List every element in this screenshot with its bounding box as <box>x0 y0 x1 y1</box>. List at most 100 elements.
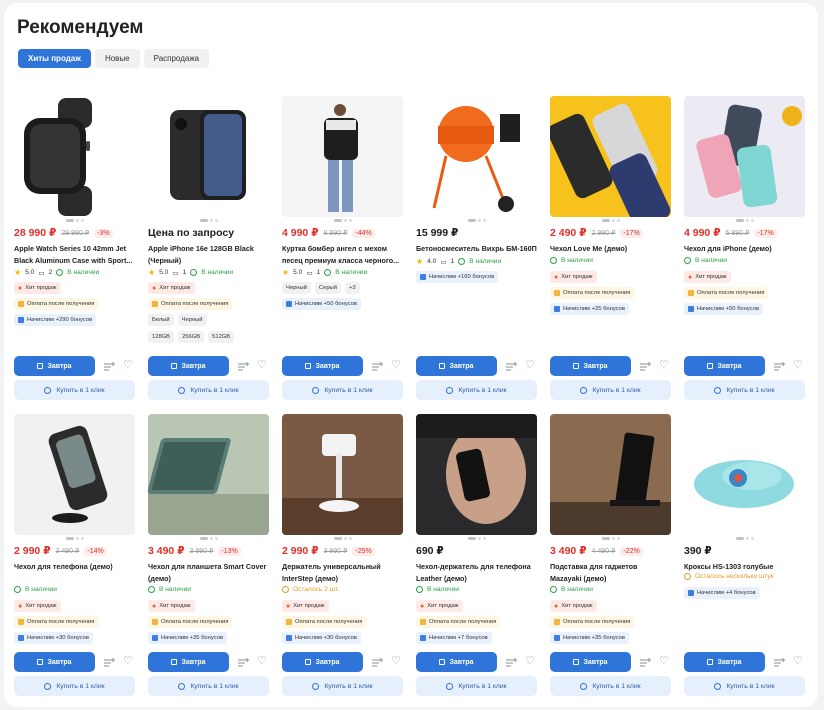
hit-badge: ● Хит продаж <box>416 600 463 612</box>
buy-one-click-button[interactable]: Купить в 1 клик <box>550 380 671 400</box>
product-name[interactable]: Apple iPhone 16e 128GB Black (Черный) <box>148 243 269 266</box>
compare-icon[interactable] <box>773 360 785 372</box>
product-card[interactable]: 15 999 ₽ Бетоносмеситель Вихрь БМ-160П ★ 4.… <box>416 96 537 400</box>
product-name[interactable]: Держатель универсальный InterStep (демо) <box>282 561 403 584</box>
compare-icon[interactable] <box>639 360 651 372</box>
heart-icon[interactable]: ♡ <box>659 359 671 371</box>
compare-icon[interactable] <box>237 656 249 668</box>
buy-tomorrow-button[interactable]: Завтра <box>550 356 631 376</box>
buy-one-click-button[interactable]: Купить в 1 клик <box>14 380 135 400</box>
product-name[interactable]: Подставка для гаджетов Mazayaki (демо) <box>550 561 671 584</box>
option-chip[interactable]: +3 <box>344 282 360 294</box>
compare-icon[interactable] <box>371 656 383 668</box>
heart-icon[interactable]: ♡ <box>525 655 537 667</box>
buy-tomorrow-button[interactable]: Завтра <box>416 356 497 376</box>
buy-one-click-button[interactable]: Купить в 1 клик <box>684 676 805 696</box>
buy-tomorrow-button[interactable]: Завтра <box>416 652 497 672</box>
buy-one-click-button[interactable]: Купить в 1 клик <box>282 380 403 400</box>
option-chip[interactable]: Черный <box>282 282 311 294</box>
product-card[interactable]: 2 990 ₽ 3 490 ₽ -14% Чехол для телефона (де… <box>14 414 135 696</box>
buy-one-click-button[interactable]: Купить в 1 клик <box>416 380 537 400</box>
product-image[interactable] <box>550 414 671 535</box>
heart-icon[interactable]: ♡ <box>793 655 805 667</box>
stock-status: Осталось 2 шт. <box>293 586 340 593</box>
buy-tomorrow-button[interactable]: Завтра <box>14 652 95 672</box>
compare-icon[interactable] <box>505 656 517 668</box>
buy-tomorrow-button[interactable]: Завтра <box>148 356 229 376</box>
product-image[interactable] <box>14 96 135 217</box>
product-name[interactable]: Чехол Love Me (демо) <box>550 243 671 255</box>
product-card[interactable]: 3 490 ₽ 4 490 ₽ -22% Подставка для гаджетов… <box>550 414 671 696</box>
product-card[interactable]: Цена по запросу Apple iPhone 16e 128GB Bl… <box>148 96 269 400</box>
compare-icon[interactable] <box>505 360 517 372</box>
heart-icon[interactable]: ♡ <box>123 655 135 667</box>
bonus-icon <box>554 635 560 641</box>
buy-tomorrow-button[interactable]: Завтра <box>148 652 229 672</box>
product-name[interactable]: Чехол для телефона (демо) <box>14 561 135 573</box>
product-name[interactable]: Куртка бомбер ангел с мехом песец премиу… <box>282 243 403 266</box>
compare-icon[interactable] <box>639 656 651 668</box>
heart-icon[interactable]: ♡ <box>123 359 135 371</box>
heart-icon[interactable]: ♡ <box>793 359 805 371</box>
option-chip[interactable]: Серый <box>314 282 341 294</box>
buy-one-click-button[interactable]: Купить в 1 клик <box>148 676 269 696</box>
compare-icon[interactable] <box>773 656 785 668</box>
product-card[interactable]: 2 990 ₽ 3 990 ₽ -25% Держатель универсальны… <box>282 414 403 696</box>
heart-icon[interactable]: ♡ <box>525 359 537 371</box>
product-image[interactable] <box>416 96 537 217</box>
heart-icon[interactable]: ♡ <box>391 655 403 667</box>
buy-one-click-button[interactable]: Купить в 1 клик <box>148 380 269 400</box>
buy-tomorrow-button[interactable]: Завтра <box>14 356 95 376</box>
product-image[interactable] <box>684 414 805 535</box>
buy-tomorrow-button[interactable]: Завтра <box>282 356 363 376</box>
product-name[interactable]: Чехол для iPhone (демо) <box>684 243 805 255</box>
heart-icon[interactable]: ♡ <box>257 655 269 667</box>
option-chip[interactable]: Белый <box>148 314 174 326</box>
option-chip[interactable]: 256GB <box>178 331 205 343</box>
product-card[interactable]: 4 990 ₽ 8 990 ₽ -44% Куртка бомбер ангел с … <box>282 96 403 400</box>
product-image[interactable] <box>282 414 403 535</box>
product-card[interactable]: 390 ₽ Кроксы HS-1303 голубые Осталось неск… <box>684 414 805 696</box>
option-chip[interactable]: 512GB <box>208 331 235 343</box>
heart-icon[interactable]: ♡ <box>257 359 269 371</box>
compare-icon[interactable] <box>371 360 383 372</box>
option-chip[interactable]: 128GB <box>148 331 175 343</box>
product-card[interactable]: 28 990 ₽ 29 990 ₽ -3% Apple Watch Series 10… <box>14 96 135 400</box>
product-name[interactable]: Apple Watch Series 10 42mm Jet Black Alu… <box>14 243 135 266</box>
product-image[interactable] <box>550 96 671 217</box>
buy-one-click-button[interactable]: Купить в 1 клик <box>14 676 135 696</box>
heart-icon[interactable]: ♡ <box>391 359 403 371</box>
product-name[interactable]: Кроксы HS-1303 голубые <box>684 561 805 573</box>
tab-new[interactable]: Новые <box>94 49 140 68</box>
compare-icon[interactable] <box>103 656 115 668</box>
bonus-badge: Начислим +25 бонусов <box>550 303 629 315</box>
buy-tomorrow-button[interactable]: Завтра <box>282 652 363 672</box>
buy-one-click-button[interactable]: Купить в 1 клик <box>684 380 805 400</box>
product-card[interactable]: 2 490 ₽ 2 990 ₽ -17% Чехол Love Me (демо) В … <box>550 96 671 400</box>
product-name[interactable]: Чехол для планшета Smart Cover (демо) <box>148 561 269 584</box>
buy-tomorrow-button[interactable]: Завтра <box>684 652 765 672</box>
product-card[interactable]: 690 ₽ Чехол-держатель для телефона Leathe… <box>416 414 537 696</box>
product-image[interactable] <box>148 414 269 535</box>
product-image[interactable] <box>14 414 135 535</box>
product-image[interactable] <box>684 96 805 217</box>
buy-one-click-button[interactable]: Купить в 1 клик <box>550 676 671 696</box>
product-card[interactable]: 4 990 ₽ 5 990 ₽ -17% Чехол для iPhone (демо… <box>684 96 805 400</box>
buy-one-click-button[interactable]: Купить в 1 клик <box>282 676 403 696</box>
heart-icon[interactable]: ♡ <box>659 655 671 667</box>
product-image[interactable] <box>148 96 269 217</box>
product-image[interactable] <box>282 96 403 217</box>
option-chip[interactable]: Черный <box>177 314 207 326</box>
buy-tomorrow-button[interactable]: Завтра <box>684 356 765 376</box>
product-name[interactable]: Чехол-держатель для телефона Leather (де… <box>416 561 537 584</box>
compare-icon[interactable] <box>103 360 115 372</box>
discount-badge: -17% <box>754 228 777 238</box>
tab-sale[interactable]: Распродажа <box>143 49 210 68</box>
product-name[interactable]: Бетоносмеситель Вихрь БМ-160П <box>416 243 537 255</box>
tab-hits[interactable]: Хиты продаж <box>18 49 91 68</box>
buy-tomorrow-button[interactable]: Завтра <box>550 652 631 672</box>
compare-icon[interactable] <box>237 360 249 372</box>
product-image[interactable] <box>416 414 537 535</box>
buy-one-click-button[interactable]: Купить в 1 клик <box>416 676 537 696</box>
product-card[interactable]: 3 490 ₽ 3 990 ₽ -13% Чехол для планшета Sma… <box>148 414 269 696</box>
